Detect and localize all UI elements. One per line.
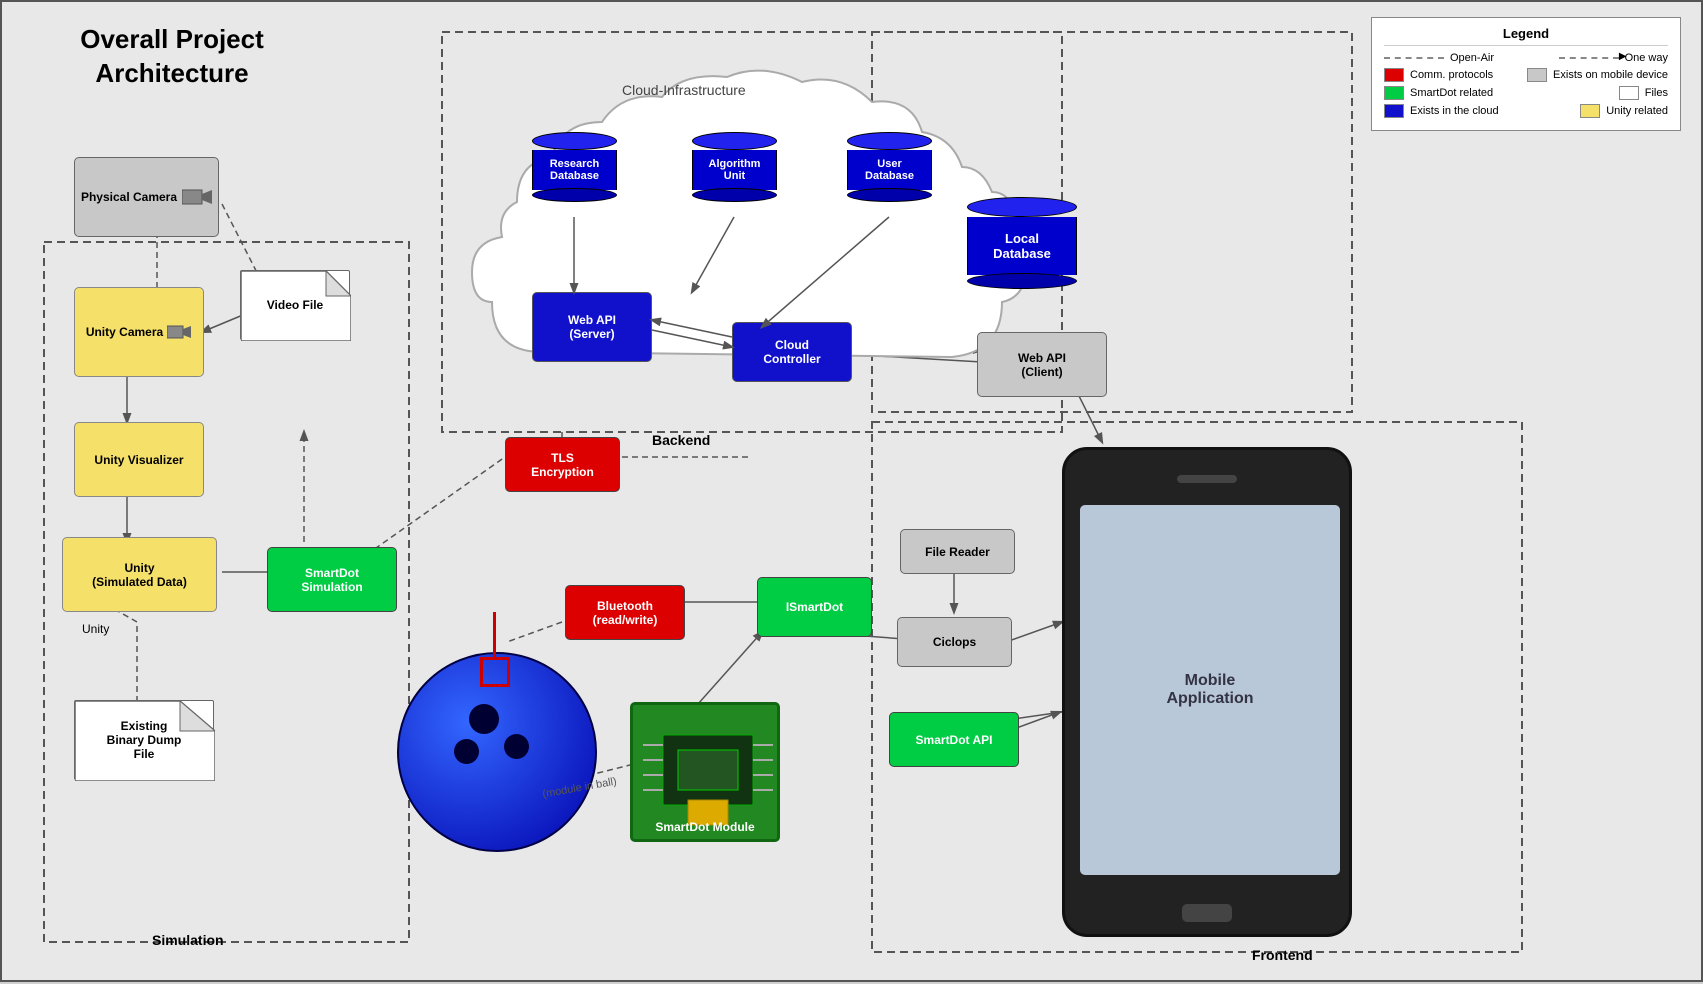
- legend-files-color: [1619, 86, 1639, 100]
- camera-icon: [182, 186, 212, 208]
- existing-binary-dump: Existing Binary Dump File: [74, 700, 214, 780]
- ball-pin: [480, 612, 510, 687]
- cloud-controller: Cloud Controller: [732, 322, 852, 382]
- main-diagram: Overall Project Architecture Legend Open…: [0, 0, 1703, 982]
- legend-open-air: Open-Air: [1384, 52, 1494, 64]
- legend-one-way-label: One way: [1625, 52, 1668, 64]
- unity-camera: Unity Camera: [74, 287, 204, 377]
- unity-visualizer: Unity Visualizer: [74, 422, 204, 497]
- web-api-client: Web API (Client): [977, 332, 1107, 397]
- legend-mobile-color: [1527, 68, 1547, 82]
- frontend-label: Frontend: [1252, 947, 1313, 963]
- smartdot-simulation: SmartDot Simulation: [267, 547, 397, 612]
- unity-sim-data: Unity (Simulated Data): [62, 537, 217, 612]
- legend-arrow-line: [1559, 57, 1619, 59]
- legend-title: Legend: [1384, 26, 1668, 46]
- unity-camera-icon: [167, 323, 192, 341]
- legend-unity-label: Unity related: [1606, 105, 1668, 117]
- tls-encryption: TLS Encryption: [505, 437, 620, 492]
- legend-comm: Comm. protocols: [1384, 68, 1493, 82]
- backend-label: Backend: [652, 432, 710, 448]
- video-file-label: Video File: [267, 298, 323, 312]
- legend-unity: Unity related: [1580, 104, 1668, 118]
- binary-dump-label: Existing Binary Dump File: [107, 719, 182, 761]
- legend-one-way: One way: [1559, 52, 1668, 64]
- ball-hole-1: [469, 704, 499, 734]
- legend-box: Legend Open-Air One way Comm. protocols …: [1371, 17, 1681, 131]
- algorithm-unit-label: Algorithm Unit: [692, 150, 777, 190]
- legend-smartdot-label: SmartDot related: [1410, 87, 1493, 99]
- legend-row-3: SmartDot related Files: [1384, 86, 1668, 100]
- diagram-title: Overall Project Architecture: [32, 22, 312, 89]
- ball-hole-3: [454, 739, 479, 764]
- legend-mobile-label: Exists on mobile device: [1553, 69, 1668, 81]
- unity-label: Unity: [82, 622, 109, 636]
- legend-smartdot: SmartDot related: [1384, 86, 1493, 100]
- legend-cloud-color: [1384, 104, 1404, 118]
- legend-comm-label: Comm. protocols: [1410, 69, 1493, 81]
- file-reader: File Reader: [900, 529, 1015, 574]
- research-db-cylinder: ResearchDatabase: [532, 132, 617, 202]
- smartdot-module-label: SmartDot Module: [633, 820, 777, 834]
- phone-home-button: [1182, 904, 1232, 922]
- legend-row-2: Comm. protocols Exists on mobile device: [1384, 68, 1668, 82]
- legend-comm-color: [1384, 68, 1404, 82]
- ball-hole-2: [504, 734, 529, 759]
- simulation-label: Simulation: [152, 932, 224, 948]
- cloud-infra-label: Cloud-Infrastructure: [622, 82, 746, 98]
- legend-smartdot-color: [1384, 86, 1404, 100]
- legend-unity-color: [1580, 104, 1600, 118]
- algorithm-unit-cylinder: Algorithm Unit: [692, 132, 777, 202]
- legend-row-1: Open-Air One way: [1384, 52, 1668, 64]
- legend-dashed-line: [1384, 57, 1444, 59]
- phone-screen: Mobile Application: [1080, 505, 1340, 875]
- cloud-infrastructure: Cloud-Infrastructure ResearchDatabase Al…: [462, 52, 1032, 412]
- mobile-app-label: Mobile Application: [1145, 672, 1275, 708]
- legend-cloud-label: Exists in the cloud: [1410, 105, 1499, 117]
- web-api-server: Web API (Server): [532, 292, 652, 362]
- video-file: Video File: [240, 270, 350, 340]
- smartdot-api: SmartDot API: [889, 712, 1019, 767]
- physical-camera: Physical Camera: [74, 157, 219, 237]
- bluetooth-rw: Bluetooth (read/write): [565, 585, 685, 640]
- legend-mobile: Exists on mobile device: [1527, 68, 1668, 82]
- local-db-cylinder: LocalDatabase: [967, 197, 1077, 289]
- user-db-cylinder: UserDatabase: [847, 132, 932, 202]
- legend-open-air-label: Open-Air: [1450, 52, 1494, 64]
- legend-row-4: Exists in the cloud Unity related: [1384, 104, 1668, 118]
- legend-cloud: Exists in the cloud: [1384, 104, 1499, 118]
- phone-speaker: [1177, 475, 1237, 483]
- ciclops: Ciclops: [897, 617, 1012, 667]
- mobile-phone: Mobile Application: [1062, 447, 1352, 937]
- legend-files: Files: [1619, 86, 1668, 100]
- legend-files-label: Files: [1645, 87, 1668, 99]
- smartdot-module: SmartDot Module: [630, 702, 780, 842]
- ismartdot: ISmartDot: [757, 577, 872, 637]
